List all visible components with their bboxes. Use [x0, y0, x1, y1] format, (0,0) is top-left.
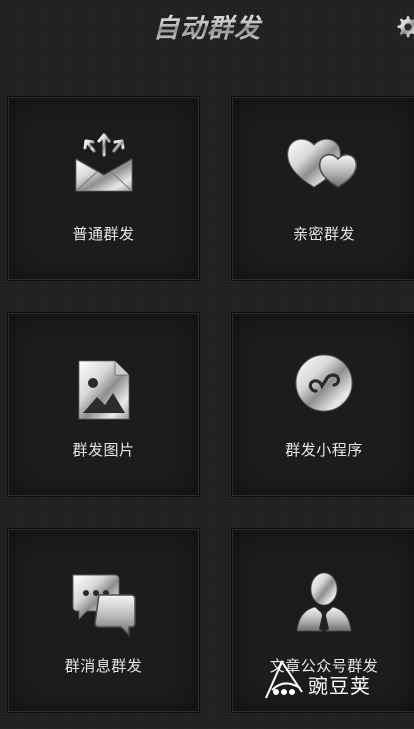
tile-label: 普通群发: [72, 225, 135, 243]
person-tie-icon: [296, 572, 352, 632]
tile-label: 文章公众号群发: [269, 657, 379, 675]
tile-image-broadcast[interactable]: 群发图片: [7, 312, 200, 497]
tile-group-message-broadcast[interactable]: 群消息群发: [7, 528, 200, 713]
envelope-broadcast-icon: [75, 133, 132, 192]
tile-normal-broadcast[interactable]: 普通群发: [7, 96, 200, 281]
tile-intimate-broadcast[interactable]: 亲密群发: [231, 96, 414, 281]
mini-program-icon: [295, 354, 353, 412]
page-title: 自动群发: [0, 8, 414, 45]
tile-mini-program-broadcast[interactable]: 群发小程序: [231, 312, 414, 497]
chat-bubbles-icon: [72, 574, 136, 637]
gear-icon[interactable]: [394, 14, 414, 40]
tile-label: 群发图片: [72, 441, 135, 459]
tile-label: 群发小程序: [285, 441, 363, 459]
image-file-icon: [78, 360, 129, 420]
hearts-icon: [287, 138, 358, 188]
tile-label: 亲密群发: [292, 225, 355, 243]
tile-label: 群消息群发: [64, 657, 143, 675]
app-screen: 自动群发 普通群发 亲密群发 群发图片 群发小程序 群消息群发 文章公众号群发 …: [0, 0, 414, 729]
tile-article-broadcast[interactable]: 文章公众号群发: [231, 528, 414, 713]
header-bar: 自动群发: [0, 0, 414, 58]
